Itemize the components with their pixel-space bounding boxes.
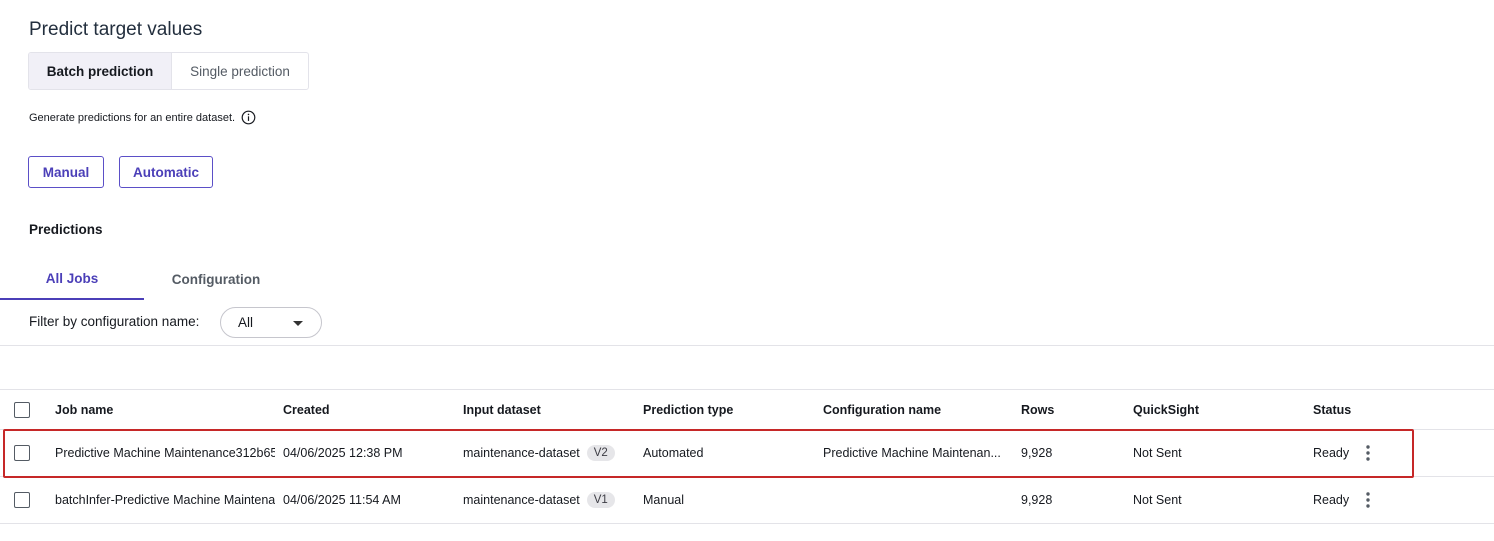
- header-created[interactable]: Created: [283, 390, 453, 429]
- input-dataset-link[interactable]: maintenance-dataset: [463, 493, 580, 507]
- job-name-cell: Predictive Machine Maintenance312b65: [55, 430, 275, 476]
- dataset-version-badge: V2: [586, 445, 615, 461]
- configuration-name-cell: Predictive Machine Maintenan...: [823, 446, 1001, 460]
- input-dataset-link[interactable]: maintenance-dataset: [463, 446, 580, 460]
- rows-cell: 9,928: [1021, 493, 1053, 507]
- header-rows[interactable]: Rows: [1021, 390, 1121, 429]
- single-prediction-tab[interactable]: Single prediction: [172, 53, 308, 89]
- prediction-type-cell: Manual: [643, 493, 684, 507]
- prediction-type-cell: Automated: [643, 446, 704, 460]
- row-checkbox[interactable]: [14, 492, 30, 508]
- table-row[interactable]: batchInfer-Predictive Machine Maintenanc…: [0, 477, 1494, 524]
- header-configuration-name[interactable]: Configuration name: [823, 390, 1003, 429]
- input-dataset-cell: maintenance-dataset V2: [463, 430, 633, 476]
- job-name-text: Predictive Machine Maintenance312b65: [55, 446, 275, 460]
- predictions-section-title: Predictions: [29, 222, 103, 237]
- quicksight-cell: Not Sent: [1133, 493, 1182, 507]
- batch-prediction-tab[interactable]: Batch prediction: [29, 53, 172, 89]
- configuration-filter-select[interactable]: All: [220, 307, 322, 338]
- jobs-table: Job name Created Input dataset Predictio…: [0, 389, 1494, 524]
- table-row[interactable]: Predictive Machine Maintenance312b65 04/…: [0, 430, 1494, 477]
- dataset-version-badge: V1: [586, 492, 615, 508]
- input-dataset-cell: maintenance-dataset V1: [463, 477, 633, 523]
- status-cell: Ready: [1313, 493, 1350, 507]
- helper-text: Generate predictions for an entire datas…: [29, 111, 236, 124]
- manual-button[interactable]: Manual: [28, 156, 104, 188]
- created-cell: 04/06/2025 12:38 PM: [283, 446, 403, 460]
- more-vertical-icon: [1366, 445, 1370, 461]
- configuration-name-cell: [823, 477, 1003, 523]
- header-status[interactable]: Status: [1313, 390, 1353, 429]
- table-header-row: Job name Created Input dataset Predictio…: [0, 389, 1494, 430]
- divider: [0, 345, 1494, 346]
- tab-configuration[interactable]: Configuration: [144, 258, 288, 300]
- rows-cell: 9,928: [1021, 446, 1053, 460]
- row-actions-menu[interactable]: [1356, 477, 1380, 523]
- info-icon[interactable]: [241, 110, 256, 125]
- helper-text-row: Generate predictions for an entire datas…: [29, 110, 256, 125]
- row-checkbox[interactable]: [14, 445, 30, 461]
- status-cell: Ready: [1313, 446, 1350, 460]
- automatic-button[interactable]: Automatic: [119, 156, 213, 188]
- row-actions-menu[interactable]: [1356, 430, 1380, 476]
- select-all-checkbox[interactable]: [14, 401, 30, 418]
- filter-label: Filter by configuration name:: [29, 314, 200, 329]
- header-quicksight[interactable]: QuickSight: [1133, 390, 1303, 429]
- created-cell: 04/06/2025 11:54 AM: [283, 493, 401, 507]
- tab-all-jobs[interactable]: All Jobs: [0, 258, 144, 300]
- job-name-cell: batchInfer-Predictive Machine Maintenanc…: [55, 477, 275, 523]
- page-title: Predict target values: [29, 19, 203, 40]
- header-job-name[interactable]: Job name: [55, 390, 275, 429]
- header-input-dataset[interactable]: Input dataset: [463, 390, 633, 429]
- job-name-text: batchInfer-Predictive Machine Maintenanc…: [55, 493, 275, 507]
- prediction-mode-segmented-control: Batch prediction Single prediction: [28, 52, 309, 90]
- chevron-down-icon: [293, 321, 303, 326]
- quicksight-cell: Not Sent: [1133, 446, 1182, 460]
- header-prediction-type[interactable]: Prediction type: [643, 390, 813, 429]
- more-vertical-icon: [1366, 492, 1370, 508]
- filter-selected-value: All: [238, 315, 254, 330]
